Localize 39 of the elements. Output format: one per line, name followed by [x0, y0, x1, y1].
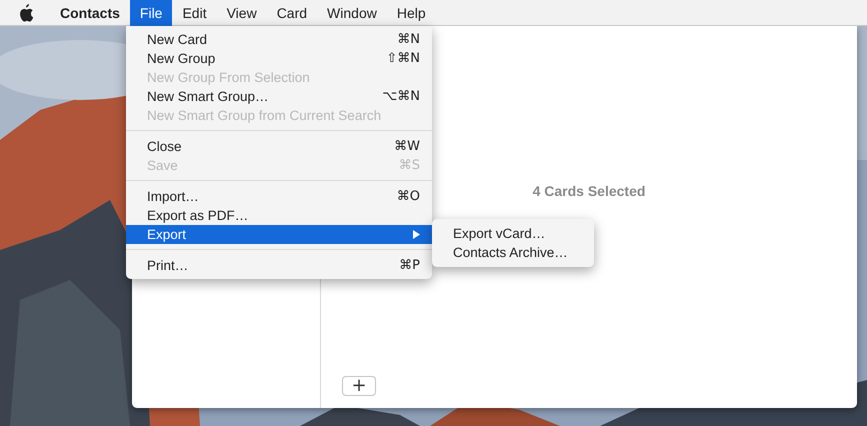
menu-item-label: Export as PDF… [147, 208, 248, 223]
menu-item[interactable]: Import… ⌘O [126, 187, 432, 206]
add-button[interactable]: + [342, 376, 376, 396]
menu-item-label: New Card [147, 32, 208, 47]
menu-item[interactable]: Export vCard… [432, 224, 594, 243]
menu-item[interactable]: New Group ⇧⌘N [126, 49, 432, 68]
menu-title[interactable]: Help [386, 0, 436, 26]
menu-item[interactable]: Print… ⌘P [126, 256, 432, 275]
menu-title[interactable]: View [216, 0, 267, 26]
menu-item[interactable]: Contacts Archive… [432, 243, 594, 262]
shortcut-label: ⌘S [398, 158, 420, 173]
app-menu[interactable]: Contacts [52, 0, 128, 26]
menu-title[interactable]: Card [266, 0, 318, 26]
menu-item-label: Export [147, 227, 186, 242]
shortcut-label: ⌘W [394, 139, 420, 154]
menu-title[interactable]: Edit [172, 0, 217, 26]
submenu-arrow-icon [413, 230, 420, 239]
selection-summary: 4 Cards Selected [532, 183, 646, 199]
menu-item[interactable]: Export [126, 225, 432, 244]
apple-icon[interactable] [18, 4, 34, 22]
menu-item[interactable]: New Smart Group… ⌥⌘N [126, 87, 432, 106]
shortcut-label: ⌘O [396, 189, 420, 204]
menu-item-label: New Smart Group from Current Search [147, 108, 382, 123]
shortcut-label: ⌘N [397, 32, 420, 47]
menu-title[interactable]: File [130, 0, 172, 26]
menu-item-label: Print… [147, 258, 188, 273]
menu-item[interactable]: Close ⌘W [126, 137, 432, 156]
menu-item-label: Close [147, 139, 182, 154]
menu-item-label: Import… [147, 189, 199, 204]
shortcut-label: ⌘P [399, 258, 420, 273]
menu-item[interactable]: Export as PDF… [126, 206, 432, 225]
menu-item[interactable]: New Card ⌘N [126, 30, 432, 49]
menu-title[interactable]: Window [317, 0, 387, 26]
shortcut-label: ⌥⌘N [382, 89, 420, 104]
menu-item-label: Save [147, 158, 178, 173]
menu-item-label: New Group [147, 51, 216, 66]
shortcut-label: ⇧⌘N [386, 51, 420, 66]
menu-item-label: New Smart Group… [147, 89, 269, 104]
menu-item-label: New Group From Selection [147, 70, 310, 85]
